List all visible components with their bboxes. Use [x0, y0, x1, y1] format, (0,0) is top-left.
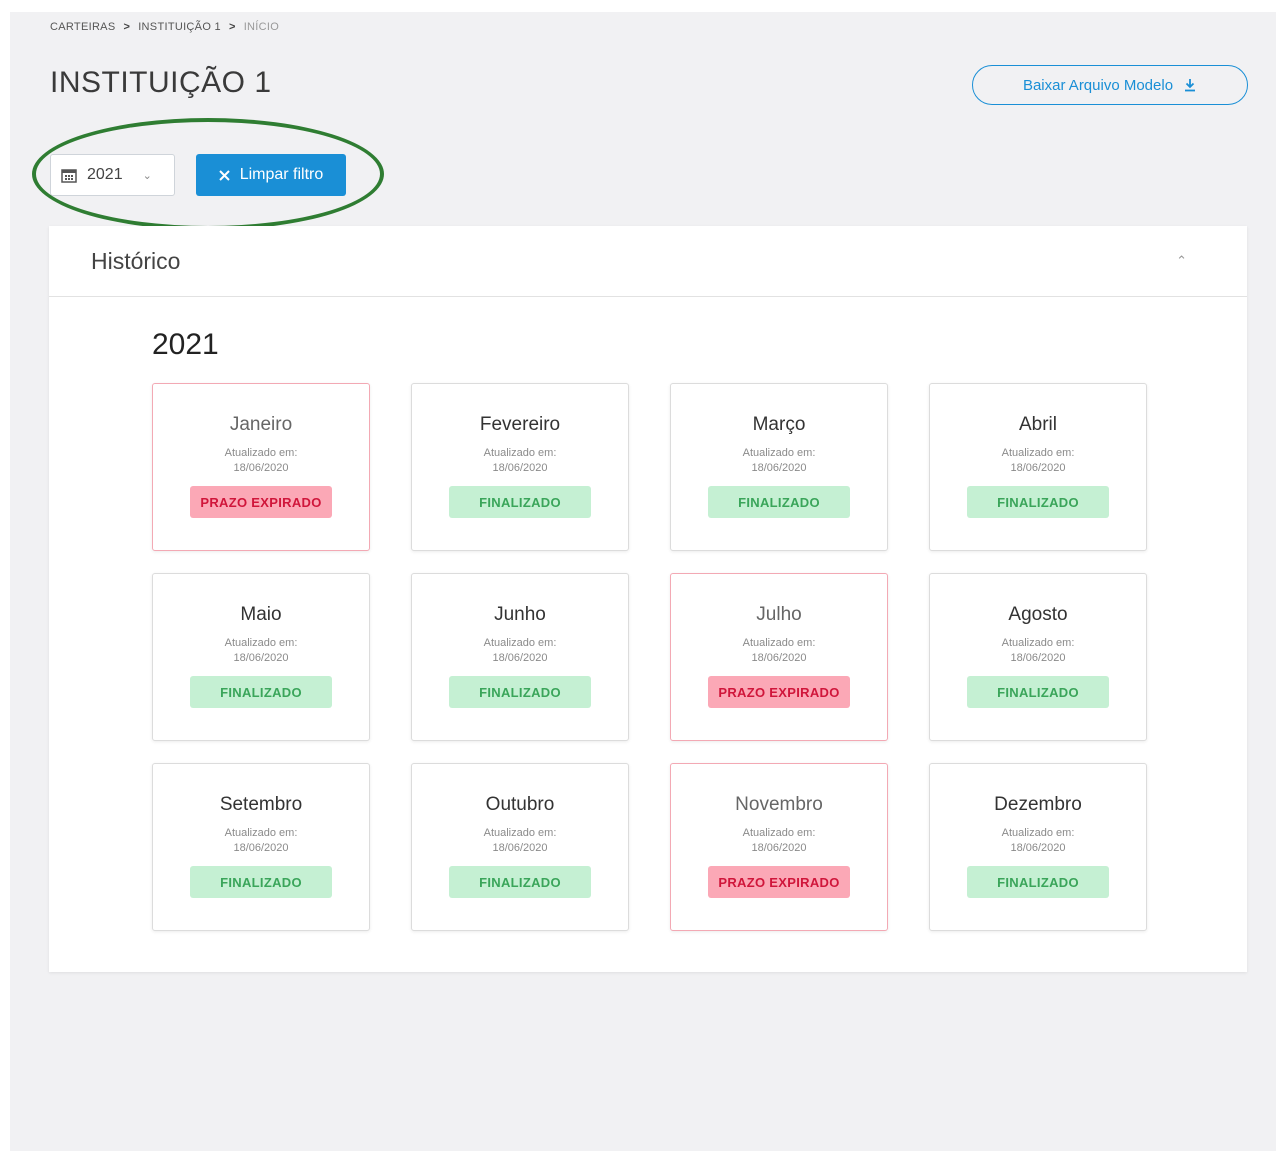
- calendar-icon: [61, 168, 77, 183]
- history-title: Histórico: [91, 247, 181, 274]
- month-card[interactable]: Janeiro Atualizado em: 18/06/2020 PRAZO EXP…: [152, 383, 370, 551]
- status-badge: FINALIZADO: [967, 676, 1109, 708]
- clear-filter-button[interactable]: Limpar filtro: [196, 154, 346, 196]
- updated-info: Atualizado em: 18/06/2020: [743, 446, 816, 476]
- updated-date: 18/06/2020: [492, 652, 548, 664]
- status-badge: PRAZO EXPIRADO: [708, 676, 850, 708]
- updated-label: Atualizado em:: [224, 447, 298, 459]
- month-card[interactable]: Fevereiro Atualizado em: 18/06/2020 FINALIZ…: [411, 383, 629, 551]
- year-heading: 2021: [152, 328, 219, 361]
- month-name: Novembro: [735, 794, 823, 815]
- month-name: Fevereiro: [479, 414, 561, 435]
- updated-date: 18/06/2020: [751, 652, 807, 664]
- updated-label: Atualizado em:: [483, 447, 557, 459]
- updated-label: Atualizado em:: [224, 637, 298, 649]
- month-card[interactable]: Agosto Atualizado em: 18/06/2020 FINALIZADO: [929, 573, 1147, 741]
- updated-date: 18/06/2020: [751, 462, 807, 474]
- updated-label: Atualizado em:: [224, 827, 298, 839]
- month-name: Maio: [240, 604, 282, 625]
- status-badge: FINALIZADO: [190, 866, 332, 898]
- updated-info: Atualizado em: 18/06/2020: [1002, 446, 1075, 476]
- updated-info: Atualizado em: 18/06/2020: [484, 446, 557, 476]
- updated-info: Atualizado em: 18/06/2020: [484, 636, 557, 666]
- updated-info: Atualizado em: 18/06/2020: [1002, 826, 1075, 856]
- month-name: Março: [752, 414, 806, 435]
- month-name: Julho: [756, 604, 802, 625]
- breadcrumb: CARTEIRAS > INSTITUIÇÃO 1 > INÍCIO: [50, 21, 279, 33]
- breadcrumb-item-inicio: INÍCIO: [243, 21, 280, 33]
- history-panel: Histórico ⌃ 2021 Janeiro Atualizado em: 18…: [49, 226, 1247, 972]
- updated-date: 18/06/2020: [233, 842, 289, 854]
- status-badge: FINALIZADO: [449, 866, 591, 898]
- updated-info: Atualizado em: 18/06/2020: [225, 826, 298, 856]
- month-card[interactable]: Novembro Atualizado em: 18/06/2020 PRAZO EX…: [670, 763, 888, 931]
- updated-label: Atualizado em:: [1001, 447, 1075, 459]
- month-card[interactable]: Junho Atualizado em: 18/06/2020 FINALIZADO: [411, 573, 629, 741]
- breadcrumb-item-carteiras[interactable]: CARTEIRAS: [50, 21, 115, 33]
- download-button-label: Baixar Arquivo Modelo: [1022, 76, 1174, 94]
- updated-date: 18/06/2020: [1010, 462, 1066, 474]
- updated-label: Atualizado em:: [742, 827, 816, 839]
- month-name: Janeiro: [229, 414, 293, 435]
- updated-info: Atualizado em: 18/06/2020: [225, 636, 298, 666]
- month-card[interactable]: Outubro Atualizado em: 18/06/2020 FINALIZAD…: [411, 763, 629, 931]
- status-badge: FINALIZADO: [449, 676, 591, 708]
- chevron-right-icon: >: [228, 21, 236, 33]
- page-title: INSTITUIÇÃO 1: [50, 66, 272, 99]
- month-name: Abril: [1018, 414, 1057, 435]
- month-name: Agosto: [1008, 604, 1068, 625]
- updated-label: Atualizado em:: [483, 637, 557, 649]
- status-badge: FINALIZADO: [967, 866, 1109, 898]
- month-card[interactable]: Julho Atualizado em: 18/06/2020 PRAZO EXPIR…: [670, 573, 888, 741]
- month-name: Outubro: [485, 794, 555, 815]
- chevron-right-icon: >: [123, 21, 131, 33]
- status-badge: PRAZO EXPIRADO: [190, 486, 332, 518]
- month-name: Dezembro: [994, 794, 1082, 815]
- updated-date: 18/06/2020: [1010, 842, 1066, 854]
- updated-label: Atualizado em:: [742, 637, 816, 649]
- month-name: Junho: [494, 604, 546, 625]
- download-template-button[interactable]: Baixar Arquivo Modelo: [972, 65, 1248, 105]
- months-grid: Janeiro Atualizado em: 18/06/2020 PRAZO EXP…: [152, 383, 1147, 931]
- clear-filter-label: Limpar filtro: [239, 166, 324, 183]
- updated-label: Atualizado em:: [1001, 827, 1075, 839]
- month-card[interactable]: Maio Atualizado em: 18/06/2020 FINALIZADO: [152, 573, 370, 741]
- month-card[interactable]: Março Atualizado em: 18/06/2020 FINALIZADO: [670, 383, 888, 551]
- status-badge: PRAZO EXPIRADO: [708, 866, 850, 898]
- updated-label: Atualizado em:: [483, 827, 557, 839]
- status-badge: FINALIZADO: [967, 486, 1109, 518]
- year-filter-select[interactable]: 2021 ⌄: [50, 154, 175, 196]
- month-card[interactable]: Setembro Atualizado em: 18/06/2020 FINALIZA…: [152, 763, 370, 931]
- status-badge: FINALIZADO: [190, 676, 332, 708]
- updated-info: Atualizado em: 18/06/2020: [743, 826, 816, 856]
- updated-info: Atualizado em: 18/06/2020: [484, 826, 557, 856]
- month-name: Setembro: [219, 794, 303, 815]
- updated-info: Atualizado em: 18/06/2020: [1002, 636, 1075, 666]
- updated-label: Atualizado em:: [742, 447, 816, 459]
- history-panel-header[interactable]: Histórico ⌃: [49, 226, 1247, 297]
- chevron-down-icon: ⌄: [142, 169, 152, 182]
- updated-date: 18/06/2020: [233, 652, 289, 664]
- breadcrumb-item-instituicao[interactable]: INSTITUIÇÃO 1: [138, 21, 221, 33]
- close-icon: [218, 169, 230, 181]
- updated-date: 18/06/2020: [1010, 652, 1066, 664]
- updated-date: 18/06/2020: [492, 462, 548, 474]
- status-badge: FINALIZADO: [449, 486, 591, 518]
- month-card[interactable]: Dezembro Atualizado em: 18/06/2020 FINALIZA…: [929, 763, 1147, 931]
- updated-date: 18/06/2020: [233, 462, 289, 474]
- updated-info: Atualizado em: 18/06/2020: [743, 636, 816, 666]
- chevron-up-icon[interactable]: ⌃: [1176, 253, 1187, 269]
- updated-date: 18/06/2020: [751, 842, 807, 854]
- updated-date: 18/06/2020: [492, 842, 548, 854]
- updated-label: Atualizado em:: [1001, 637, 1075, 649]
- status-badge: FINALIZADO: [708, 486, 850, 518]
- updated-info: Atualizado em: 18/06/2020: [225, 446, 298, 476]
- download-icon: [1185, 79, 1196, 92]
- year-filter-value: 2021: [87, 166, 123, 183]
- month-card[interactable]: Abril Atualizado em: 18/06/2020 FINALIZADO: [929, 383, 1147, 551]
